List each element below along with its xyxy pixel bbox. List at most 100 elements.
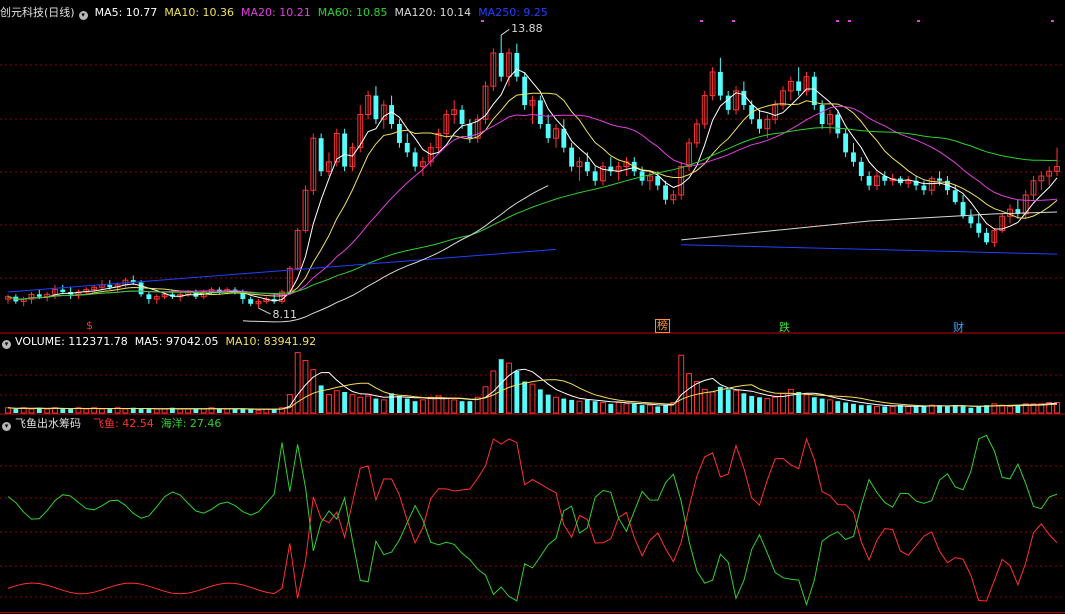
- volume-bar: [482, 386, 489, 414]
- volume-bar: [373, 398, 379, 413]
- volume-bar: [83, 408, 90, 414]
- volume-bar: [443, 398, 450, 414]
- high-pointer: [500, 28, 510, 36]
- candle-body: [498, 53, 504, 77]
- candle-body: [396, 124, 402, 143]
- signal-dot: [1051, 20, 1054, 22]
- signal-dot: [836, 20, 839, 22]
- volume-bar: [365, 395, 372, 414]
- ma250-line: [7, 248, 557, 293]
- candle-body: [318, 138, 324, 172]
- volume-bar: [905, 405, 912, 414]
- high-price-label: 13.88: [511, 22, 542, 35]
- indicator-label-1: 海洋: 27.46: [160, 417, 222, 430]
- candle-body: [937, 178, 943, 181]
- volume-bar: [357, 396, 364, 414]
- volume-bar: [553, 396, 559, 414]
- settings-icon[interactable]: ▾: [2, 422, 11, 431]
- volume-bar: [874, 405, 880, 414]
- signal-dot: [700, 20, 703, 22]
- volume-bar: [193, 409, 199, 413]
- candle-body: [522, 76, 528, 106]
- volume-bar: [835, 401, 841, 413]
- volume-label-1: MA5: 97042.05: [134, 335, 219, 348]
- event-tag-drop[interactable]: 跌: [779, 319, 790, 335]
- ma10-line: [7, 92, 1058, 300]
- event-tag-finance[interactable]: 财: [953, 319, 964, 335]
- stock-chart[interactable]: 13.88 8.11: [0, 0, 1065, 614]
- volume-bar: [976, 406, 982, 413]
- volume-bar: [68, 409, 74, 413]
- volume-bar: [827, 399, 833, 414]
- volume-bar: [380, 399, 387, 414]
- candle-body: [60, 289, 66, 292]
- volume-bar: [451, 399, 458, 414]
- candle-body: [584, 161, 590, 172]
- volume-bar: [318, 385, 324, 413]
- candle-body: [107, 284, 113, 288]
- volume-bar: [412, 401, 418, 413]
- volume-bar: [803, 394, 810, 414]
- signal-dot: [732, 20, 735, 22]
- settings-icon[interactable]: ▾: [2, 340, 11, 349]
- volume-bar: [1015, 405, 1021, 413]
- volume-bar: [427, 396, 434, 414]
- volume-bar: [44, 408, 51, 414]
- haiyang-line: [7, 434, 1058, 607]
- volume-bar: [342, 392, 348, 413]
- volume-bar: [796, 392, 802, 413]
- signal-dot: [848, 20, 851, 22]
- volume-bar: [232, 409, 238, 413]
- candle-body: [796, 81, 802, 91]
- volume-bar: [248, 409, 254, 413]
- volume-bar: [28, 408, 35, 414]
- event-tag-rank[interactable]: 榜: [655, 319, 670, 333]
- volume-bar: [646, 404, 653, 414]
- candle-body: [248, 299, 254, 304]
- volume-bar: [545, 394, 551, 413]
- candle-body: [459, 109, 465, 124]
- volume-bar: [866, 405, 872, 413]
- volume-bar: [138, 409, 144, 413]
- event-tag-dollar[interactable]: $: [86, 319, 93, 332]
- volume-bar: [514, 371, 520, 413]
- indicator-lines: [7, 434, 1058, 607]
- volume-bar: [349, 394, 356, 414]
- volume-bar: [294, 352, 301, 414]
- candle-body: [404, 142, 410, 153]
- volume-bar: [99, 408, 105, 414]
- volume-bar: [576, 400, 583, 414]
- candle-body: [537, 100, 543, 124]
- ma-label-0: MA5: 10.77: [94, 6, 158, 19]
- volume-bar: [396, 395, 402, 413]
- indicator-header: ▾ 飞鱼出水筹码 飞鱼: 42.54 海洋: 27.46: [0, 416, 235, 432]
- settings-icon[interactable]: ▾: [78, 11, 88, 20]
- candle-body: [851, 152, 856, 162]
- volume-bar: [882, 406, 888, 413]
- volume-bar: [161, 408, 168, 414]
- candle-body: [412, 152, 418, 167]
- candle-body: [976, 223, 982, 233]
- volume-bar: [333, 390, 340, 414]
- candle-body: [389, 105, 395, 124]
- volume-label-2: MA10: 83941.92: [225, 335, 317, 348]
- volume-bar: [608, 403, 614, 413]
- volume-bar: [623, 403, 630, 414]
- volume-bar: [693, 381, 700, 414]
- volume-bar: [1007, 405, 1013, 414]
- candle-body: [921, 185, 927, 191]
- volume-bar: [663, 405, 669, 413]
- candle-body: [866, 176, 872, 186]
- candle-body: [373, 95, 379, 120]
- candle-body: [655, 176, 661, 186]
- volume-bar: [561, 398, 567, 413]
- candle-body: [545, 124, 551, 139]
- candle-body: [741, 90, 747, 106]
- candle-body: [819, 105, 825, 124]
- candle-body: [342, 133, 348, 167]
- volume-bar: [858, 405, 864, 413]
- candle-body: [968, 216, 974, 224]
- ma250-line: [681, 244, 1058, 255]
- candle-body: [858, 161, 864, 177]
- volume-bar: [600, 402, 606, 414]
